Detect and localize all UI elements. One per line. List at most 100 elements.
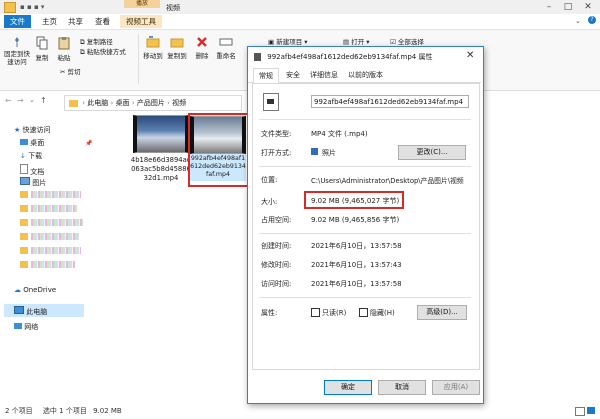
new-item-button[interactable]: ▣ 新建项目 ▾ <box>268 36 308 46</box>
tab-file[interactable]: 文件 <box>4 15 31 28</box>
divider <box>259 297 471 298</box>
hidden-checkbox[interactable] <box>359 308 368 317</box>
network-icon <box>14 323 22 329</box>
ok-button[interactable]: 确定 <box>324 380 372 395</box>
recent-locations-icon[interactable]: ⌄ <box>29 96 35 104</box>
paste-button[interactable]: 粘贴 <box>55 36 73 62</box>
copy-icon <box>36 36 48 50</box>
accessed-label: 访问时间: <box>261 280 292 288</box>
size-value: 9.02 MB (9,465,027 字节) <box>311 197 400 205</box>
file-name: 4b18e66d3894ad063ac5b8d4588632d1.mp4 <box>130 156 192 182</box>
redacted-folder-name[interactable] <box>31 191 81 198</box>
nav-this-pc[interactable]: 此电脑 <box>14 306 47 317</box>
redacted-folder-name[interactable] <box>31 205 77 212</box>
quick-access-toolbar-icons[interactable]: ▪ ▪ ▪ ▾ <box>20 3 44 11</box>
video-file-icon <box>263 93 279 111</box>
nav-quick-access-label: 快速访问 <box>22 126 51 134</box>
tab-details[interactable]: 详细信息 <box>305 68 343 82</box>
status-item-count: 2 个项目 <box>5 407 33 415</box>
close-window-icon[interactable]: ✕ <box>582 1 594 13</box>
nav-network[interactable]: 网络 <box>14 322 38 332</box>
chevron-down-icon[interactable]: ⌄ <box>575 17 581 25</box>
nav-onedrive-label: OneDrive <box>23 286 57 294</box>
pin-quick-access-button[interactable]: 固定到快速访问 <box>4 36 30 66</box>
breadcrumb-this-pc[interactable]: 此电脑 <box>87 99 108 107</box>
modified-label: 修改时间: <box>261 261 292 269</box>
file-item[interactable]: 4b18e66d3894ad063ac5b8d4588632d1.mp4 <box>130 115 192 183</box>
close-icon[interactable]: ✕ <box>466 50 474 61</box>
delete-button[interactable]: 删除 <box>193 36 211 60</box>
divider <box>259 233 471 234</box>
copy-to-label: 复制到 <box>167 52 187 60</box>
nav-downloads-label: 下载 <box>28 152 43 160</box>
change-button[interactable]: 更改(C)... <box>398 145 466 160</box>
back-icon[interactable]: ← <box>5 96 12 105</box>
desktop-icon <box>20 139 28 145</box>
location-label: 位置: <box>261 176 278 184</box>
dialog-title-bar[interactable]: 992afb4ef498af1612ded62eb9134faf.mp4 属性 <box>248 47 481 67</box>
nav-desktop[interactable]: 桌面 <box>20 138 44 148</box>
move-to-label: 移动到 <box>143 52 163 60</box>
status-bar: 2 个项目 选中 1 个项目 9.02 MB <box>0 404 600 419</box>
help-icon[interactable]: ? <box>588 16 596 24</box>
tab-security[interactable]: 安全 <box>281 68 305 82</box>
photos-app-icon <box>311 148 318 155</box>
nav-downloads[interactable]: ↓ 下载 <box>20 151 42 161</box>
apply-button[interactable]: 应用(A) <box>432 380 480 395</box>
open-button[interactable]: ▤ 打开 ▾ <box>343 36 370 46</box>
redacted-folder-name[interactable] <box>31 261 75 268</box>
forward-icon[interactable]: → <box>17 96 24 105</box>
nav-onedrive[interactable]: ☁ OneDrive <box>14 286 56 294</box>
move-to-button[interactable]: 移动到 <box>142 36 164 60</box>
divider <box>259 166 471 167</box>
move-to-icon <box>146 36 160 48</box>
minimize-icon[interactable]: – <box>543 1 555 13</box>
select-all-button[interactable]: ☑ 全部选择 <box>390 36 424 46</box>
redacted-folder-name[interactable] <box>31 247 81 254</box>
tab-home[interactable]: 主页 <box>36 15 63 28</box>
paste-shortcut-button[interactable]: ⧉ 粘贴快捷方式 <box>80 46 126 57</box>
tab-previous-versions[interactable]: 以前的版本 <box>343 68 388 82</box>
nav-pictures[interactable]: 图片 <box>20 177 46 188</box>
readonly-label: 只读(R) <box>322 309 347 317</box>
nav-documents[interactable]: 文档 <box>20 164 44 177</box>
filename-input[interactable]: 992afb4ef498af1612ded62eb9134faf.mp4 <box>311 95 469 108</box>
ribbon-divider <box>138 34 139 84</box>
rename-button[interactable]: 重命名 <box>215 36 237 60</box>
tab-video-tools[interactable]: 视频工具 <box>120 15 162 28</box>
rename-icon <box>219 38 233 46</box>
dialog-body <box>252 83 480 370</box>
divider <box>259 119 471 120</box>
nav-desktop-label: 桌面 <box>30 139 45 147</box>
copy-label: 复制 <box>35 54 49 62</box>
copy-button[interactable]: 复制 <box>33 36 51 62</box>
advanced-button[interactable]: 高级(D)... <box>417 305 467 320</box>
tab-general[interactable]: 常规 <box>253 68 279 84</box>
paste-icon <box>58 37 70 50</box>
up-icon[interactable]: ↑ <box>40 96 47 105</box>
nav-quick-access[interactable]: ★ 快速访问 <box>14 125 51 135</box>
file-item-selected[interactable]: 992afb4ef498af1612ded62eb9134faf.mp4 <box>190 115 246 181</box>
nav-this-pc-label: 此电脑 <box>26 308 48 316</box>
folder-icon <box>20 247 28 254</box>
video-thumbnail <box>133 115 189 153</box>
copy-to-button[interactable]: 复制到 <box>166 36 188 60</box>
redacted-folder-name[interactable] <box>31 233 79 240</box>
file-type-label: 文件类型: <box>261 130 292 138</box>
redacted-folder-name[interactable] <box>31 219 83 226</box>
large-icons-view-icon[interactable] <box>587 407 595 414</box>
cut-button[interactable]: ✂ 剪切 <box>60 66 81 76</box>
address-bar[interactable]: › 此电脑 › 桌面 › 产品图片 › 视频 <box>64 95 242 111</box>
maximize-icon[interactable]: □ <box>562 1 574 13</box>
folder-icon <box>20 205 28 212</box>
breadcrumb-desktop[interactable]: 桌面 <box>116 99 130 107</box>
tab-share[interactable]: 共享 <box>62 15 89 28</box>
breadcrumb-product-images[interactable]: 产品图片 <box>137 99 165 107</box>
details-view-icon[interactable] <box>575 407 585 416</box>
cancel-button[interactable]: 取消 <box>378 380 426 395</box>
tab-view[interactable]: 查看 <box>89 15 116 28</box>
copy-to-icon <box>170 38 184 48</box>
breadcrumb-videos[interactable]: 视频 <box>172 99 186 107</box>
readonly-checkbox[interactable] <box>311 308 320 317</box>
size-label: 大小: <box>261 198 278 206</box>
